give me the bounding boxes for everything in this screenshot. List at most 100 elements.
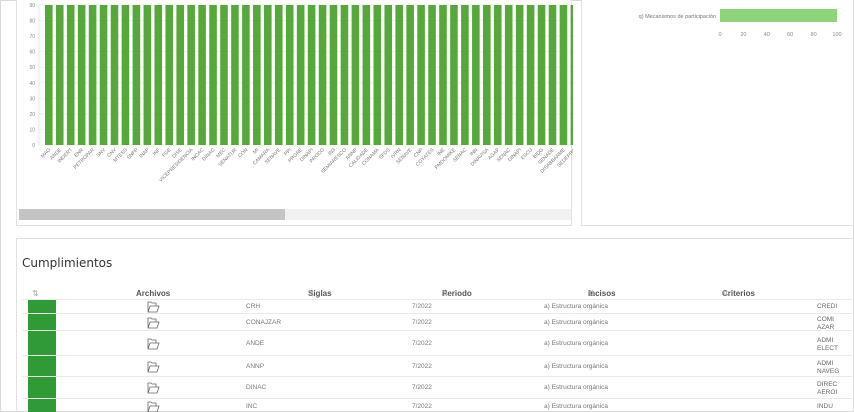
category-label: q) Mecanismos de participación [639, 14, 716, 20]
bar [329, 5, 338, 145]
bar [450, 5, 458, 145]
x-tick-label: 100 [832, 32, 841, 38]
criterio-line: CREDI [817, 303, 838, 310]
x-tick-label: SFDS [378, 147, 392, 161]
periodo-cell: 7/2022 [412, 303, 432, 310]
folder-icon[interactable] [146, 300, 160, 314]
bar [439, 5, 447, 145]
periodo-cell: 7/2022 [412, 363, 432, 370]
inciso-cell: a) Estructura orgánica [544, 384, 608, 391]
bar [461, 5, 469, 145]
criterio-line: ADMI [817, 360, 834, 367]
folder-icon[interactable] [146, 400, 160, 412]
table-row[interactable]: CONAJZAR 7/2022 a) Estructura orgánica COMI… [22, 313, 854, 331]
x-tick-label: SNPP [126, 147, 140, 161]
criterio-cell: ADMI NAVEG [817, 360, 839, 375]
bar [428, 5, 436, 145]
x-tick-label: 20 [740, 32, 746, 38]
bar [395, 5, 403, 145]
siglas-cell: CONAJZAR [246, 319, 282, 326]
table-row[interactable]: ANNP 7/2022 a) Estructura orgánica ADMI NAVE… [22, 355, 854, 376]
periodo-cell: 7/2022 [412, 403, 432, 410]
bar [77, 5, 86, 145]
section-title: Cumplimientos [22, 256, 113, 270]
x-tick-label: ESCU [520, 147, 534, 161]
criterio-line: DIREC [817, 381, 838, 388]
siglas-cell: CRH [246, 303, 261, 310]
bar [526, 5, 535, 145]
x-tick-label: 80 [811, 32, 817, 38]
bar [88, 5, 97, 145]
bar [483, 5, 491, 145]
bar [198, 5, 206, 145]
y-tick-label: 30 [29, 96, 35, 102]
x-tick-label: SNV [95, 147, 107, 159]
criterio-line: INDU [817, 403, 833, 410]
bar [132, 5, 141, 145]
x-tick-label: INAP [138, 147, 151, 160]
criterio-line: COMI [817, 316, 834, 323]
bar [285, 5, 294, 145]
bar [351, 5, 360, 145]
bar [296, 5, 305, 145]
y-tick-label: 10 [29, 127, 35, 133]
scrollbar-thumb[interactable] [19, 209, 285, 220]
x-tick-label: 60 [787, 32, 793, 38]
bar [515, 5, 524, 145]
table-row[interactable]: ANDE 7/2022 a) Estructura orgánica ADMI ELEC… [22, 330, 854, 355]
y-tick-label: 90 [29, 3, 35, 9]
y-tick-label: 0 [32, 143, 35, 149]
x-tick-label: INF [152, 147, 162, 157]
folder-icon[interactable] [146, 360, 160, 374]
siglas-cell: ANNP [246, 363, 265, 370]
table-row[interactable]: INC 7/2022 a) Estructura orgánica INDU [22, 398, 854, 412]
bar [165, 5, 174, 145]
criterio-line: ELECT [817, 344, 838, 352]
inciso-cell: a) Estructura orgánica [544, 303, 608, 310]
table-header: ⇅ Archivos Siglas ⇅ Periodo ⇅ Incisos ⇅ … [32, 289, 755, 298]
bar [264, 5, 272, 145]
bar [720, 9, 837, 22]
bar [99, 5, 108, 145]
criterio-cell: ADMI ELECT [817, 337, 838, 352]
inciso-cell: a) Estructura orgánica [544, 340, 608, 347]
status-badge [28, 356, 56, 376]
y-tick-label: 40 [29, 81, 35, 87]
bar [143, 5, 152, 145]
incisos-chart-panel: q) Mecanismos de participación 0 20 40 60 80 1… [581, 0, 854, 226]
criterio-line: NAVEG [817, 367, 840, 375]
x-tick-label: 40 [764, 32, 770, 38]
y-tick-label: 50 [29, 65, 35, 71]
table-row[interactable]: DINAC 7/2022 a) Estructura orgánica DIREC AE… [22, 376, 854, 398]
bar [318, 5, 327, 145]
criterio-cell: COMI AZAR [817, 316, 834, 331]
status-badge [28, 377, 56, 398]
folder-icon[interactable] [146, 381, 160, 395]
incisos-horizontal-bar-chart: q) Mecanismos de participación 0 20 40 60 80 1… [639, 9, 842, 38]
bar [417, 5, 425, 145]
criterio-cell: DIREC AEROI [817, 381, 837, 396]
bar [176, 5, 184, 145]
bar [384, 5, 393, 145]
folder-icon[interactable] [146, 316, 160, 330]
bar [340, 5, 349, 145]
bar [45, 5, 53, 145]
bar [570, 5, 573, 145]
folder-icon[interactable] [146, 337, 160, 351]
status-badge [28, 331, 56, 355]
table-row[interactable]: CRH 7/2022 a) Estructura orgánica CREDI [22, 299, 854, 313]
criterio-cell: CREDI [817, 303, 837, 311]
bar [55, 5, 64, 145]
criterio-cell: INDU [817, 403, 833, 411]
bar [121, 5, 130, 145]
periodo-cell: 7/2022 [412, 340, 432, 347]
bar [274, 5, 283, 145]
status-badge [28, 399, 56, 412]
bar [231, 5, 239, 145]
bar [154, 5, 163, 145]
bar [307, 5, 316, 145]
y-tick-label: 80 [29, 19, 35, 25]
chart-horizontal-scrollbar[interactable] [19, 209, 571, 220]
siglas-cell: ANDE [246, 340, 265, 347]
inciso-cell: a) Estructura orgánica [544, 403, 608, 410]
